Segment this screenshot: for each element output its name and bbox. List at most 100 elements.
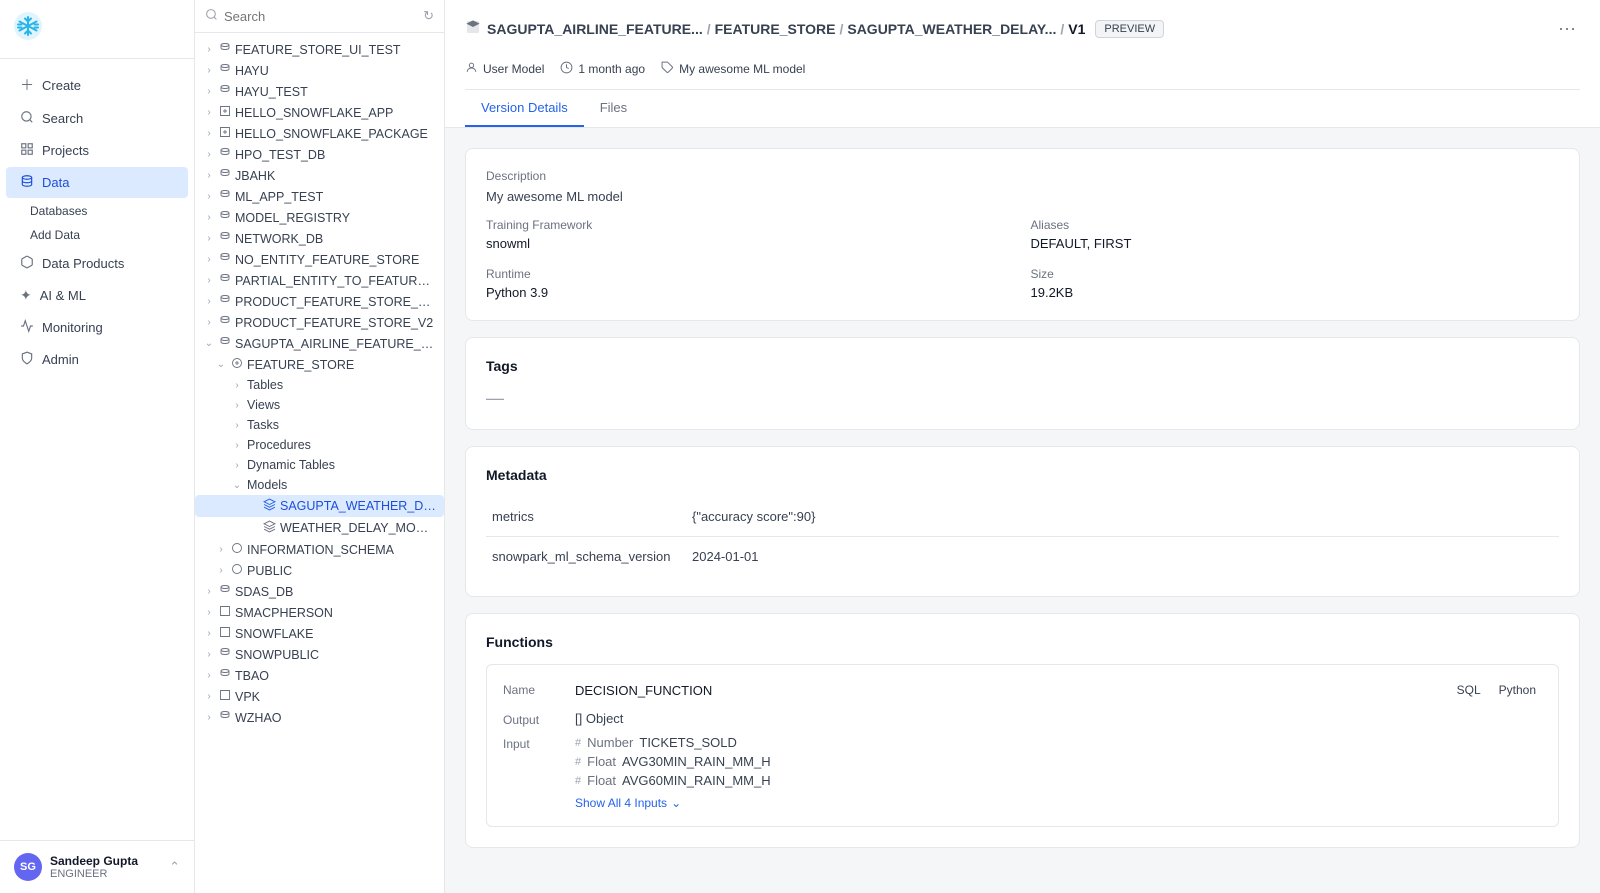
nav-item-data-products[interactable]: Data Products <box>6 248 188 279</box>
chevron-right-icon: › <box>231 460 243 471</box>
chevron-right-icon: › <box>203 275 215 286</box>
list-item[interactable]: › PRODUCT_FEATURE_STORE_V2 <box>195 312 444 333</box>
list-item[interactable]: › HAYU_TEST <box>195 81 444 102</box>
time-chip: 1 month ago <box>560 61 645 77</box>
db-icon <box>219 42 231 57</box>
list-item[interactable]: ⌄ Models <box>195 475 444 495</box>
list-item[interactable]: › HAYU <box>195 60 444 81</box>
tags-title: Tags <box>486 358 1559 374</box>
list-item[interactable]: › ML_APP_TEST <box>195 186 444 207</box>
chevron-right-icon: › <box>203 586 215 597</box>
list-item[interactable]: › TBAO <box>195 665 444 686</box>
input-list: # Number TICKETS_SOLD # Float AVG30MIN_R… <box>575 735 771 788</box>
list-item[interactable]: › SMACPHERSON <box>195 602 444 623</box>
sidebar: ＋ Create Search Projects Data Databases … <box>0 0 195 893</box>
tree-item-label: ML_APP_TEST <box>235 190 436 204</box>
breadcrumb-part-3[interactable]: SAGUPTA_WEATHER_DELAY... <box>847 21 1056 37</box>
file-tree-panel: ↻ › FEATURE_STORE_UI_TEST › HAYU › HAYU_… <box>195 0 445 893</box>
list-item[interactable]: › MODEL_REGISTRY <box>195 207 444 228</box>
chevron-right-icon: › <box>203 649 215 660</box>
nav-item-admin[interactable]: Admin <box>6 344 188 375</box>
list-item[interactable]: › SNOWPUBLIC <box>195 644 444 665</box>
collapse-sidebar-icon[interactable]: ⌃ <box>169 859 180 875</box>
metadata-value-0: {"accuracy score":90} <box>686 497 1559 537</box>
list-item[interactable]: › Tasks <box>195 415 444 435</box>
chevron-right-icon: › <box>203 628 215 639</box>
main-header: SAGUPTA_AIRLINE_FEATURE... / FEATURE_STO… <box>445 0 1600 128</box>
breadcrumb-separator: / <box>839 21 843 37</box>
chevron-right-icon: › <box>203 212 215 223</box>
list-item[interactable]: › Procedures <box>195 435 444 455</box>
nav-item-data[interactable]: Data <box>6 167 188 198</box>
list-item[interactable]: › HELLO_SNOWFLAKE_PACKAGE <box>195 123 444 144</box>
metadata-table: metrics {"accuracy score":90} snowpark_m… <box>486 497 1559 576</box>
main-content: SAGUPTA_AIRLINE_FEATURE... / FEATURE_STO… <box>445 0 1600 893</box>
list-item[interactable]: › Tables <box>195 375 444 395</box>
ai-ml-icon: ✦ <box>20 287 32 304</box>
list-item[interactable]: › FEATURE_STORE_UI_TEST <box>195 39 444 60</box>
chevron-right-icon: › <box>203 65 215 76</box>
training-framework-label: Training Framework <box>486 218 1015 232</box>
breadcrumb-part-1[interactable]: SAGUPTA_AIRLINE_FEATURE... <box>487 21 703 37</box>
tree-item-label: PUBLIC <box>247 564 436 578</box>
tab-version-details[interactable]: Version Details <box>465 90 584 127</box>
list-item[interactable]: › HELLO_SNOWFLAKE_APP <box>195 102 444 123</box>
list-item[interactable]: › PRODUCT_FEATURE_STORE_MORE_ENT... <box>195 291 444 312</box>
tab-files[interactable]: Files <box>584 90 643 127</box>
tree-item-label: HELLO_SNOWFLAKE_PACKAGE <box>235 127 436 141</box>
list-item[interactable]: › Views <box>195 395 444 415</box>
list-item[interactable]: › SDAS_DB <box>195 581 444 602</box>
tags-placeholder: — <box>486 388 1559 409</box>
list-item[interactable]: › VPK <box>195 686 444 707</box>
chevron-right-icon: › <box>203 670 215 681</box>
list-item[interactable]: › WZHAO <box>195 707 444 728</box>
nav-item-monitoring[interactable]: Monitoring <box>6 312 188 343</box>
tree-item-label: SDAS_DB <box>235 585 436 599</box>
nav-item-projects[interactable]: Projects <box>6 135 188 166</box>
input-name-1: AVG30MIN_RAIN_MM_H <box>622 754 771 769</box>
description-label: Description <box>486 169 1559 183</box>
list-item-active[interactable]: SAGUPTA_WEATHER_DELAY_... <box>195 495 444 517</box>
sql-lang-button[interactable]: SQL <box>1451 681 1487 699</box>
function-name-row: Name DECISION_FUNCTION SQL Python <box>503 681 1542 699</box>
nav-sub-databases[interactable]: Databases <box>0 199 194 223</box>
db-icon <box>219 252 231 267</box>
list-item[interactable]: › PUBLIC <box>195 560 444 581</box>
table-row: snowpark_ml_schema_version 2024-01-01 <box>486 537 1559 577</box>
nav-item-create[interactable]: ＋ Create <box>6 68 188 102</box>
show-all-inputs-link[interactable]: Show All 4 Inputs ⌄ <box>503 796 1542 810</box>
nav-item-search[interactable]: Search <box>6 103 188 134</box>
tree-item-label: NO_ENTITY_FEATURE_STORE <box>235 253 436 267</box>
more-options-button[interactable]: ··· <box>1554 14 1580 43</box>
app-icon <box>219 105 231 120</box>
metadata-card: Metadata metrics {"accuracy score":90} s… <box>465 446 1580 597</box>
chevron-right-icon: › <box>215 565 227 576</box>
list-item[interactable]: › INFORMATION_SCHEMA <box>195 539 444 560</box>
list-item[interactable]: › SNOWFLAKE <box>195 623 444 644</box>
list-item[interactable]: › NETWORK_DB <box>195 228 444 249</box>
input-item-2: # Float AVG60MIN_RAIN_MM_H <box>575 773 771 788</box>
list-item[interactable]: WEATHER_DELAY_MODEL <box>195 517 444 539</box>
python-lang-button[interactable]: Python <box>1493 681 1542 699</box>
nav-label-projects: Projects <box>42 143 89 158</box>
breadcrumb-part-2[interactable]: FEATURE_STORE <box>715 21 836 37</box>
list-item[interactable]: ⌄ SAGUPTA_AIRLINE_FEATURE_STORE <box>195 333 444 354</box>
list-item[interactable]: › PARTIAL_ENTITY_TO_FEATURE_VIEW_LI... <box>195 270 444 291</box>
db-icon <box>219 189 231 204</box>
list-item[interactable]: › Dynamic Tables <box>195 455 444 475</box>
nav-item-ai-ml[interactable]: ✦ AI & ML <box>6 280 188 311</box>
tree-search-input[interactable] <box>224 9 417 24</box>
list-item[interactable]: ⌄ FEATURE_STORE <box>195 354 444 375</box>
nav-sub-add-data[interactable]: Add Data <box>0 223 194 247</box>
size-label: Size <box>1031 267 1560 281</box>
list-item[interactable]: › NO_ENTITY_FEATURE_STORE <box>195 249 444 270</box>
aliases-label: Aliases <box>1031 218 1560 232</box>
function-name-value: DECISION_FUNCTION <box>575 683 712 698</box>
user-details: Sandeep Gupta ENGINEER <box>50 854 138 880</box>
refresh-icon[interactable]: ↻ <box>423 8 434 24</box>
list-item[interactable]: › JBAHK <box>195 165 444 186</box>
input-name-2: AVG60MIN_RAIN_MM_H <box>622 773 771 788</box>
main-body: Description My awesome ML model Training… <box>445 128 1600 893</box>
list-item[interactable]: › HPO_TEST_DB <box>195 144 444 165</box>
chevron-right-icon: › <box>203 44 215 55</box>
